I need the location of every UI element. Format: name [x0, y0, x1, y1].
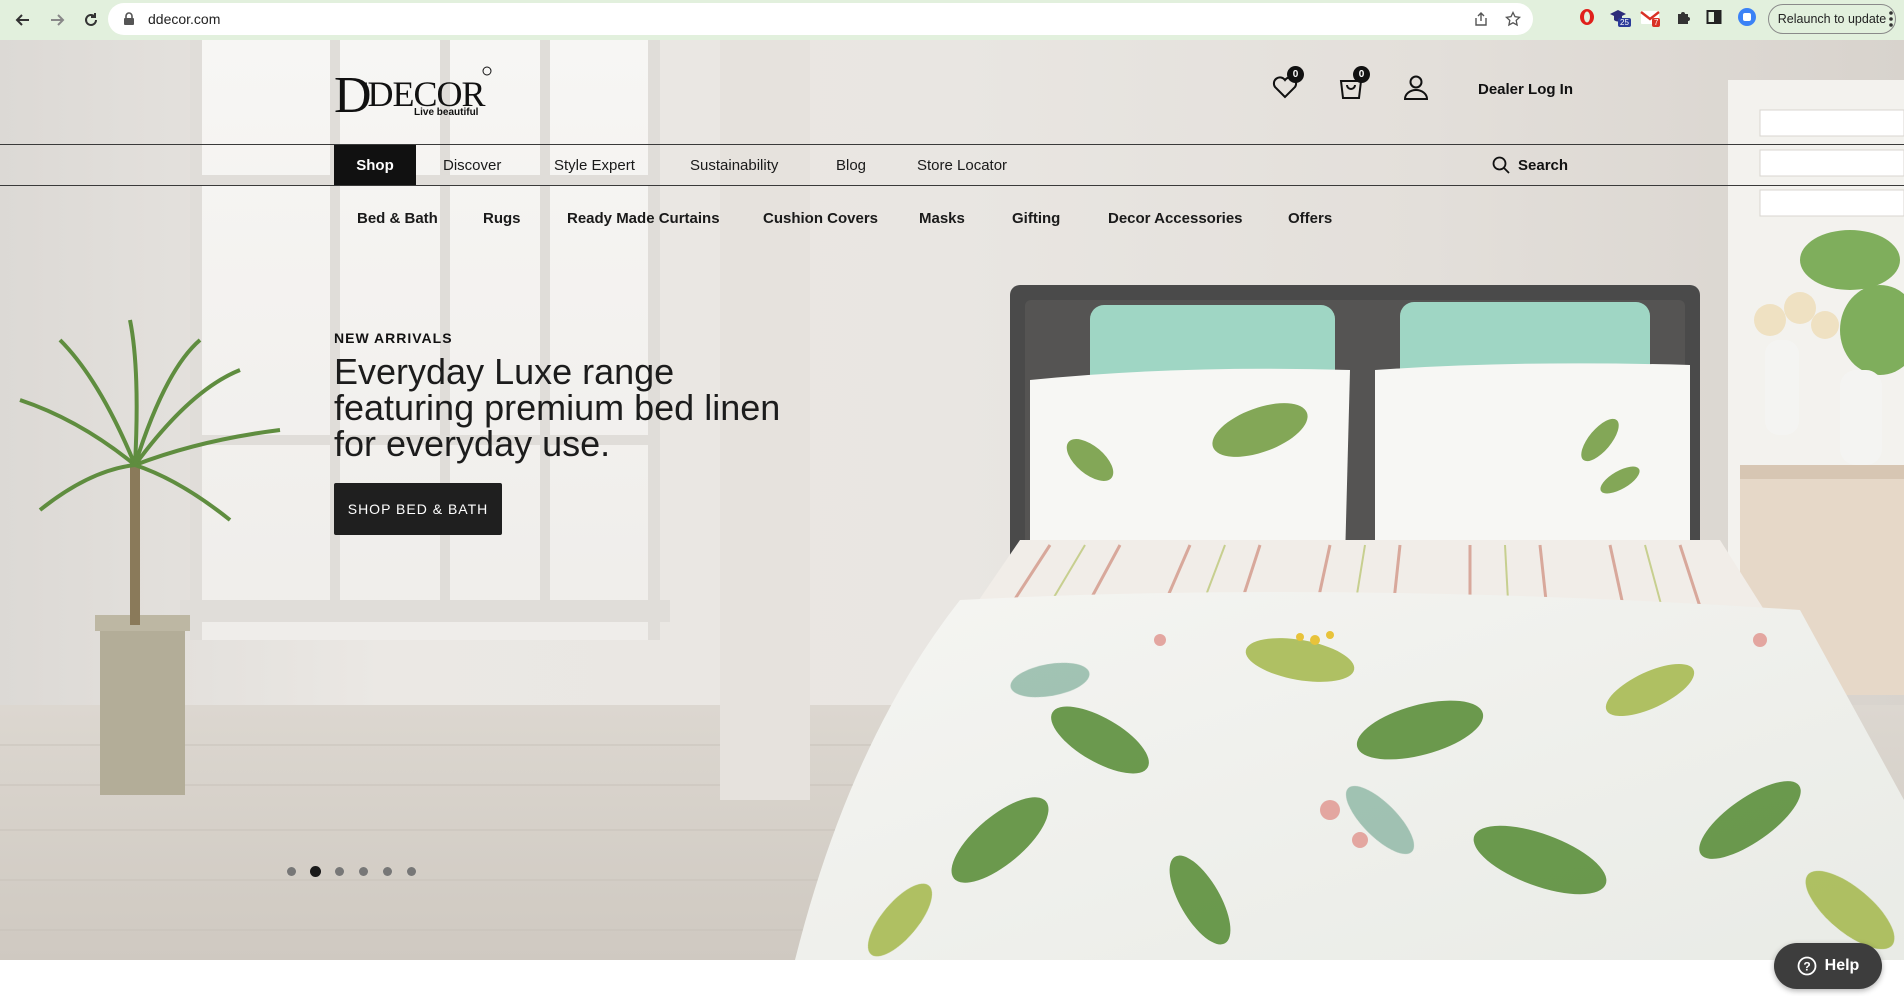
back-icon[interactable]: [8, 5, 38, 35]
nav-item-sustainability[interactable]: Sustainability: [690, 145, 778, 185]
more-menu-icon[interactable]: [1888, 10, 1894, 28]
opera-extension-icon[interactable]: [1577, 7, 1597, 27]
account-user-icon[interactable]: [1401, 72, 1431, 102]
nav-item-shop[interactable]: Shop: [334, 145, 416, 185]
share-icon[interactable]: [1473, 11, 1489, 27]
carousel-dot[interactable]: [383, 867, 392, 876]
dealer-login-link[interactable]: Dealer Log In: [1478, 81, 1573, 98]
help-label: Help: [1824, 957, 1860, 974]
subnav-item-bed-bath[interactable]: Bed & Bath: [357, 210, 438, 227]
main-nav: Shop Discover Style Expert Sustainabilit…: [0, 144, 1904, 186]
bookmark-star-icon[interactable]: [1505, 11, 1521, 27]
subnav-item-cushion-covers[interactable]: Cushion Covers: [763, 210, 878, 227]
browser-toolbar: ddecor.com 25 7 Relaunch to update: [0, 0, 1904, 40]
cart-count-badge: 0: [1353, 66, 1370, 83]
search-icon: [1492, 156, 1510, 174]
puzzle-extension-icon[interactable]: [1673, 7, 1693, 27]
shop-bed-bath-button[interactable]: SHOP BED & BATH: [334, 483, 502, 535]
carousel-dot[interactable]: [335, 867, 344, 876]
gmail-extension-icon[interactable]: 7: [1640, 7, 1661, 27]
nav-item-blog[interactable]: Blog: [836, 145, 866, 185]
subnav-item-offers[interactable]: Offers: [1288, 210, 1332, 227]
svg-text:?: ?: [1803, 960, 1810, 974]
reload-icon[interactable]: [76, 5, 106, 35]
lock-icon: [124, 12, 134, 25]
extension-badge: 25: [1618, 18, 1631, 27]
search-label: Search: [1518, 156, 1569, 174]
nav-item-discover[interactable]: Discover: [443, 145, 501, 185]
carousel-dot[interactable]: [407, 867, 416, 876]
side-panel-icon[interactable]: [1704, 7, 1724, 27]
hero-banner[interactable]: D 'DECOR Live beautiful 0 0 Dealer Log I…: [0, 40, 1904, 960]
nav-item-store-locator[interactable]: Store Locator: [917, 145, 1007, 185]
carousel-dot[interactable]: [287, 867, 296, 876]
logo-tagline: Live beautiful: [414, 107, 479, 118]
help-question-icon: ?: [1797, 956, 1817, 976]
profile-avatar-icon[interactable]: [1737, 7, 1757, 27]
extension-badge: 7: [1652, 18, 1661, 27]
page-content: D 'DECOR Live beautiful 0 0 Dealer Log I…: [0, 40, 1904, 996]
subnav-item-curtains[interactable]: Ready Made Curtains: [567, 210, 720, 227]
subnav-item-masks[interactable]: Masks: [919, 210, 965, 227]
wishlist-count-badge: 0: [1287, 66, 1304, 83]
carousel-dot[interactable]: [359, 867, 368, 876]
hero-headline: Everyday Luxe range featuring premium be…: [334, 351, 781, 464]
nav-item-style-expert[interactable]: Style Expert: [554, 145, 635, 185]
relaunch-to-update-button[interactable]: Relaunch to update: [1768, 4, 1896, 34]
carousel-dot-active[interactable]: [310, 866, 321, 877]
page-below-hero: [0, 960, 1904, 996]
search-button[interactable]: Search: [1492, 154, 1568, 176]
address-bar[interactable]: ddecor.com: [108, 3, 1533, 35]
hero-kicker: NEW ARRIVALS: [334, 330, 453, 346]
graduation-extension-icon[interactable]: 25: [1608, 7, 1631, 27]
subnav-item-decor-accessories[interactable]: Decor Accessories: [1108, 210, 1243, 227]
subnav-item-rugs[interactable]: Rugs: [483, 210, 521, 227]
help-button[interactable]: ? Help: [1774, 943, 1882, 989]
url-text: ddecor.com: [148, 11, 221, 27]
forward-icon[interactable]: [42, 5, 72, 35]
subnav-item-gifting[interactable]: Gifting: [1012, 210, 1060, 227]
